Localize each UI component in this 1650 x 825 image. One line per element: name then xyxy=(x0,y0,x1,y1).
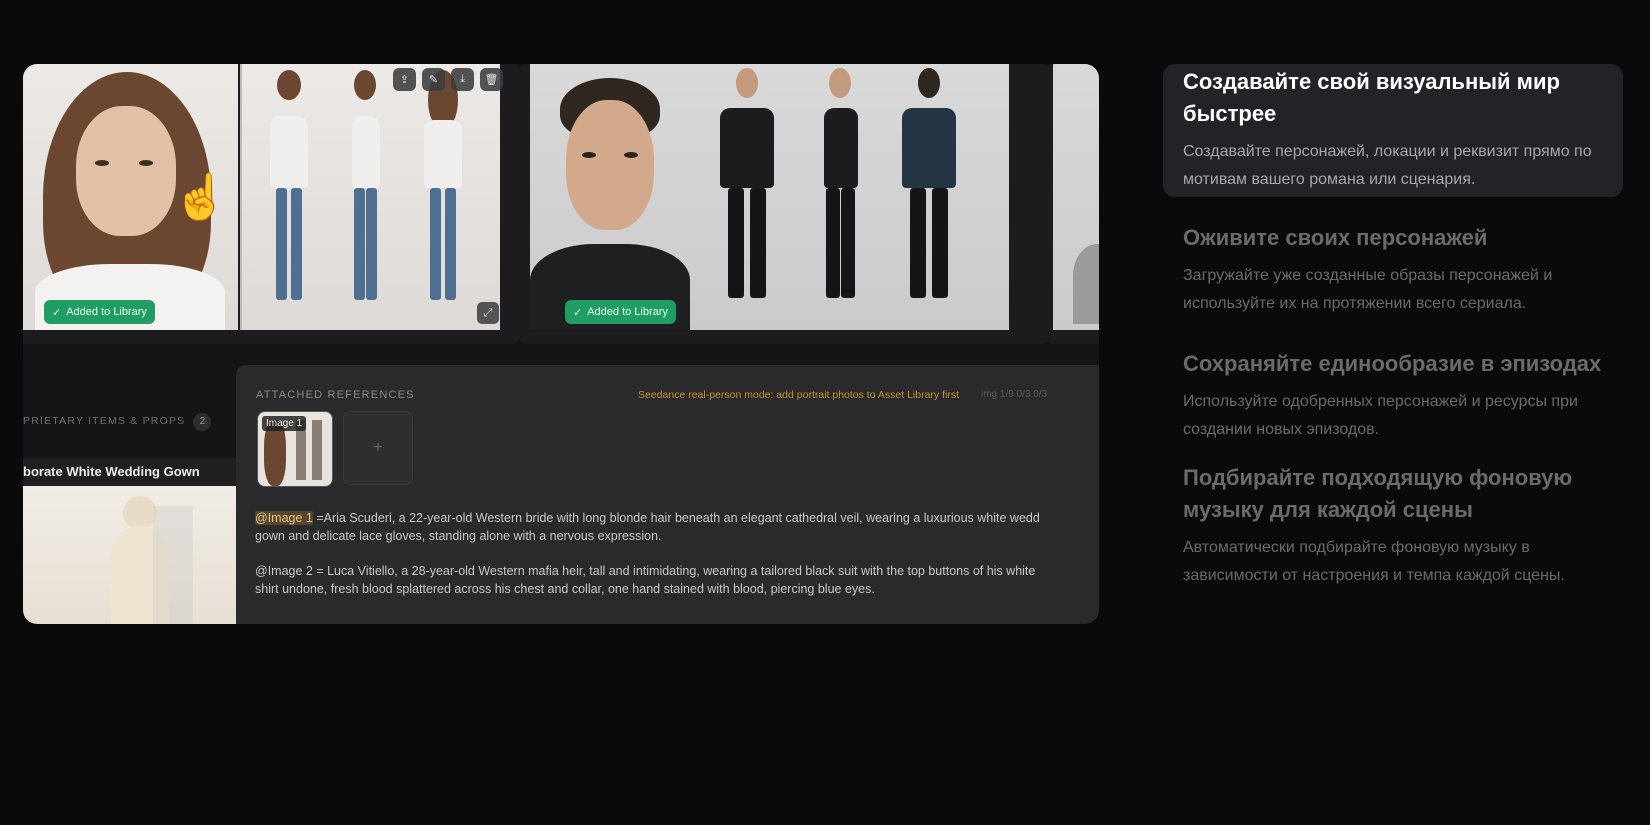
feature-description: Используйте одобренных персонажей и ресу… xyxy=(1183,393,1578,438)
character-card-partial[interactable] xyxy=(1043,64,1099,344)
added-to-library-badge: ✓ Added to Library xyxy=(565,300,676,324)
reference-thumbnail[interactable]: Image 1 xyxy=(257,411,333,487)
feature-title: Создавайте свой визуальный мир быстрее xyxy=(1183,69,1560,126)
check-icon: ✓ xyxy=(573,306,583,319)
add-reference-button[interactable]: + xyxy=(343,411,413,485)
prompt-text[interactable]: @Image 1 =Aria Scuderi, a 22-year-old We… xyxy=(255,509,1099,545)
references-panel: ATTACHED REFERENCES Seedance real-person… xyxy=(236,365,1099,624)
pencil-icon[interactable]: ✎ xyxy=(422,68,445,91)
share-icon[interactable]: ⇪ xyxy=(393,68,416,91)
props-section-label: PRIETARY ITEMS & PROPS 2 xyxy=(23,413,212,431)
pointer-hand-icon: ☝ xyxy=(173,173,228,222)
check-icon: ✓ xyxy=(52,306,62,319)
turnaround-female xyxy=(240,64,500,330)
image-1-badge: Image 1 xyxy=(262,416,307,431)
props-count-badge: 2 xyxy=(193,413,212,431)
prop-item-title[interactable]: borate White Wedding Gown xyxy=(23,458,236,486)
feature-title: Подбирайте подходящую фоновую музыку для… xyxy=(1183,465,1573,522)
feature-description: Создавайте персонажей, локации и реквизи… xyxy=(1183,143,1592,188)
feature-item-build-world[interactable]: Создавайте свой визуальный мир быстрее С… xyxy=(1163,64,1623,197)
added-to-library-badge: ✓ Added to Library xyxy=(44,300,155,324)
product-preview: ☝ ⇪ ✎ ⤓ 🗑 ✓ Added to Library ⤢ ✓ Added t… xyxy=(23,64,1099,624)
character-card-female[interactable]: ☝ ⇪ ✎ ⤓ 🗑 ✓ Added to Library ⤢ xyxy=(23,64,523,344)
image-1-tag: @Image 1 xyxy=(255,511,313,525)
feature-title: Сохраняйте единообразие в эпизодах xyxy=(1183,351,1602,376)
feature-description: Загружайте уже созданные образы персонаж… xyxy=(1183,267,1553,312)
card-toolbar: ⇪ ✎ ⤓ 🗑 xyxy=(393,68,503,91)
download-icon[interactable]: ⤓ xyxy=(451,68,474,91)
feature-title: Оживите своих персонажей xyxy=(1183,225,1488,250)
props-panel: PRIETARY ITEMS & PROPS 2 borate White Wed… xyxy=(23,364,236,624)
feature-item-consistency[interactable]: Сохраняйте единообразие в эпизодах Испол… xyxy=(1163,348,1623,444)
reference-counts: img 1/9 0/3 0/3 xyxy=(981,389,1048,400)
portrait-closeup-female: ☝ xyxy=(23,64,238,330)
feature-item-music[interactable]: Подбирайте подходящую фоновую музыку для… xyxy=(1163,462,1623,590)
trash-icon[interactable]: 🗑 xyxy=(480,68,503,91)
expand-icon[interactable]: ⤢ xyxy=(477,302,499,324)
feature-description: Автоматически подбирайте фоновую музыку … xyxy=(1183,539,1565,584)
portrait-closeup-male xyxy=(530,64,690,330)
turnaround-male xyxy=(690,64,1009,330)
portrait-partial xyxy=(1053,64,1099,330)
seedance-warning: Seedance real-person mode: add portrait … xyxy=(638,389,960,401)
prompt-text-2[interactable]: @Image 2 = Luca Vitiello, a 28-year-old … xyxy=(255,562,1099,598)
wedding-gown-image xyxy=(23,486,236,624)
feature-item-characters[interactable]: Оживите своих персонажей Загружайте уже … xyxy=(1163,222,1623,318)
attached-references-label: ATTACHED REFERENCES xyxy=(256,389,415,401)
character-card-male[interactable]: ✓ Added to Library xyxy=(516,64,1051,344)
